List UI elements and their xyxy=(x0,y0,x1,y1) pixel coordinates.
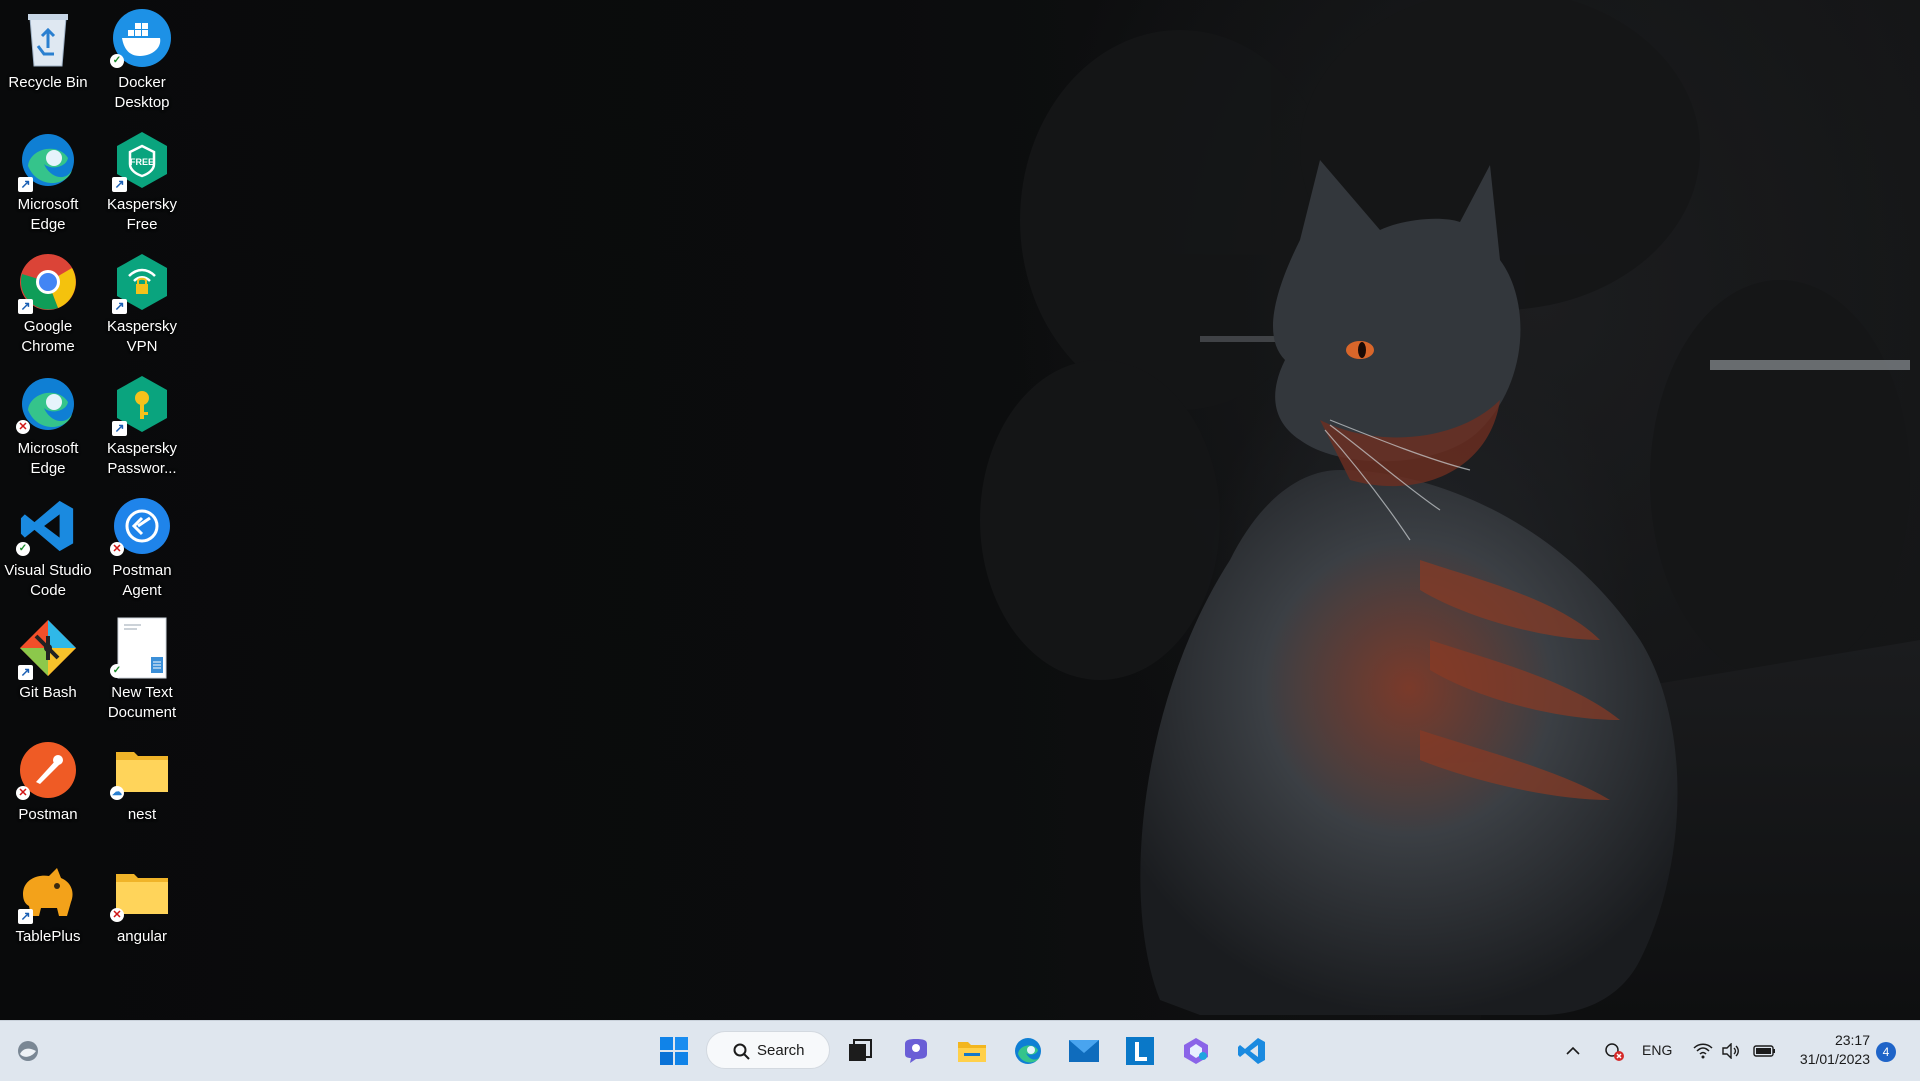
file-explorer-icon[interactable] xyxy=(950,1029,994,1073)
svg-text:FREE: FREE xyxy=(130,157,154,167)
git-bash-icon: ↗ xyxy=(16,616,80,680)
clock[interactable]: 23:17 31/01/2023 xyxy=(1790,1031,1870,1069)
shortcut-arrow-icon: ↗ xyxy=(18,177,33,192)
shortcut-arrow-icon: ↗ xyxy=(112,421,127,436)
desktop-icon-visual-studio-code[interactable]: ✓ Visual Studio Code xyxy=(0,492,96,604)
mail-icon[interactable] xyxy=(1062,1029,1106,1073)
desktop-icon-kaspersky-vpn[interactable]: ↗ Kaspersky VPN xyxy=(94,248,190,360)
search-icon xyxy=(733,1043,750,1060)
vscode-icon[interactable] xyxy=(1230,1029,1274,1073)
desktop-icon-label: Google Chrome xyxy=(21,318,75,355)
language-indicator[interactable]: ENG xyxy=(1642,1042,1672,1058)
desktop-icon-kaspersky-passwor[interactable]: ↗ Kaspersky Passwor... xyxy=(94,370,190,482)
desktop-icon-label: New Text Document xyxy=(107,684,177,721)
notification-count: 4 xyxy=(1882,1045,1890,1059)
clock-time: 23:17 xyxy=(1834,1032,1870,1048)
desktop-icon-nest[interactable]: ☁ nest xyxy=(94,736,190,848)
folder-icon: ☁ xyxy=(110,738,174,802)
volume-icon[interactable] xyxy=(1718,1029,1744,1073)
desktop-icon-label: Recycle Bin xyxy=(8,74,88,91)
wifi-icon[interactable] xyxy=(1690,1029,1716,1073)
network-error-icon[interactable] xyxy=(1598,1029,1630,1073)
desktop-icon-label: Postman Agent xyxy=(112,562,172,599)
desktop-icon-label: Docker Desktop xyxy=(114,74,170,111)
cloud-icon: ☁ xyxy=(110,786,124,800)
desktop-icon-label: Kaspersky Free xyxy=(106,196,178,233)
chrome-icon: ↗ xyxy=(16,250,80,314)
desktop-icon-new-text-document[interactable]: ✓ New Text Document xyxy=(94,614,190,726)
l-app-icon[interactable] xyxy=(1118,1029,1162,1073)
sync-error-icon: ✕ xyxy=(16,786,30,800)
desktop-icon-microsoft-edge[interactable]: ✕ Microsoft Edge xyxy=(0,370,96,482)
sync-error-icon: ✕ xyxy=(16,420,30,434)
shortcut-arrow-icon: ↗ xyxy=(18,299,33,314)
shortcut-arrow-icon: ↗ xyxy=(18,909,33,924)
tableplus-icon: ↗ xyxy=(16,860,80,924)
desktop-icon-docker-desktop[interactable]: ✓ Docker Desktop xyxy=(94,4,190,116)
clock-date: 31/01/2023 xyxy=(1799,1051,1870,1067)
kaspersky-password-icon: ↗ xyxy=(110,372,174,436)
windows-start-icon[interactable] xyxy=(652,1029,696,1073)
edge-icon: ✕ xyxy=(16,372,80,436)
taskbar: Search ENG 23:17 31/01/2023 4 xyxy=(0,1020,1920,1081)
desktop-icon-label: Visual Studio Code xyxy=(4,562,92,599)
postman-icon: ✕ xyxy=(16,738,80,802)
edge-icon[interactable] xyxy=(1006,1029,1050,1073)
edge-icon: ↗ xyxy=(16,128,80,192)
notification-badge[interactable]: 4 xyxy=(1876,1042,1896,1062)
text-document-icon: ✓ xyxy=(110,616,174,680)
shortcut-arrow-icon: ↗ xyxy=(112,177,127,192)
sync-error-icon: ✕ xyxy=(110,542,124,556)
desktop-icon-angular[interactable]: ✕ angular xyxy=(94,858,190,970)
search-input[interactable]: Search xyxy=(706,1031,830,1069)
wallpaper-cat xyxy=(980,0,1920,1020)
desktop-icon-postman[interactable]: ✕ Postman xyxy=(0,736,96,848)
desktop-icon-git-bash[interactable]: ↗ Git Bash xyxy=(0,614,96,726)
task-view-icon[interactable] xyxy=(838,1029,882,1073)
desktop-icon-label: TablePlus xyxy=(15,928,81,945)
shortcut-arrow-icon: ↗ xyxy=(112,299,127,314)
vscode-icon: ✓ xyxy=(16,494,80,558)
desktop-icon-label: Microsoft Edge xyxy=(17,440,79,477)
desktop-icon-label: Git Bash xyxy=(19,684,77,701)
recycle-bin-icon xyxy=(16,6,80,70)
desktop-icon-label: Kaspersky VPN xyxy=(106,318,178,355)
desktop-icon-label: Postman xyxy=(18,806,78,823)
sync-ok-icon: ✓ xyxy=(110,54,124,68)
sync-error-icon: ✕ xyxy=(110,908,124,922)
desktop-icon-google-chrome[interactable]: ↗ Google Chrome xyxy=(0,248,96,360)
desktop-icon-tableplus[interactable]: ↗ TablePlus xyxy=(0,858,96,970)
desktop-icon-microsoft-edge[interactable]: ↗ Microsoft Edge xyxy=(0,126,96,238)
search-label: Search xyxy=(757,1041,805,1059)
desktop-icon-postman-agent[interactable]: ✕ Postman Agent xyxy=(94,492,190,604)
desktop-icon-label: Kaspersky Passwor... xyxy=(106,440,178,477)
desktop-icon-recycle-bin[interactable]: Recycle Bin xyxy=(0,4,96,116)
kaspersky-free-icon: FREE ↗ xyxy=(110,128,174,192)
folder-icon: ✕ xyxy=(110,860,174,924)
desktop-icon-kaspersky-free[interactable]: FREE ↗ Kaspersky Free xyxy=(94,126,190,238)
sync-ok-icon: ✓ xyxy=(110,664,124,678)
desktop[interactable]: Recycle Bin ✓ Docker Desktop ↗ Microsoft Edg… xyxy=(0,0,1920,1020)
weather-widget-icon[interactable] xyxy=(6,1029,50,1073)
desktop-icon-label: nest xyxy=(127,806,157,823)
postman-agent-icon: ✕ xyxy=(110,494,174,558)
sync-ok-icon: ✓ xyxy=(16,542,30,556)
chevron-up-icon[interactable] xyxy=(1560,1029,1586,1073)
copilot-icon[interactable] xyxy=(1174,1029,1218,1073)
desktop-icon-label: Microsoft Edge xyxy=(17,196,79,233)
chat-icon[interactable] xyxy=(894,1029,938,1073)
battery-icon[interactable] xyxy=(1750,1029,1780,1073)
shortcut-arrow-icon: ↗ xyxy=(18,665,33,680)
kaspersky-vpn-icon: ↗ xyxy=(110,250,174,314)
docker-icon: ✓ xyxy=(110,6,174,70)
desktop-icon-label: angular xyxy=(116,928,168,945)
